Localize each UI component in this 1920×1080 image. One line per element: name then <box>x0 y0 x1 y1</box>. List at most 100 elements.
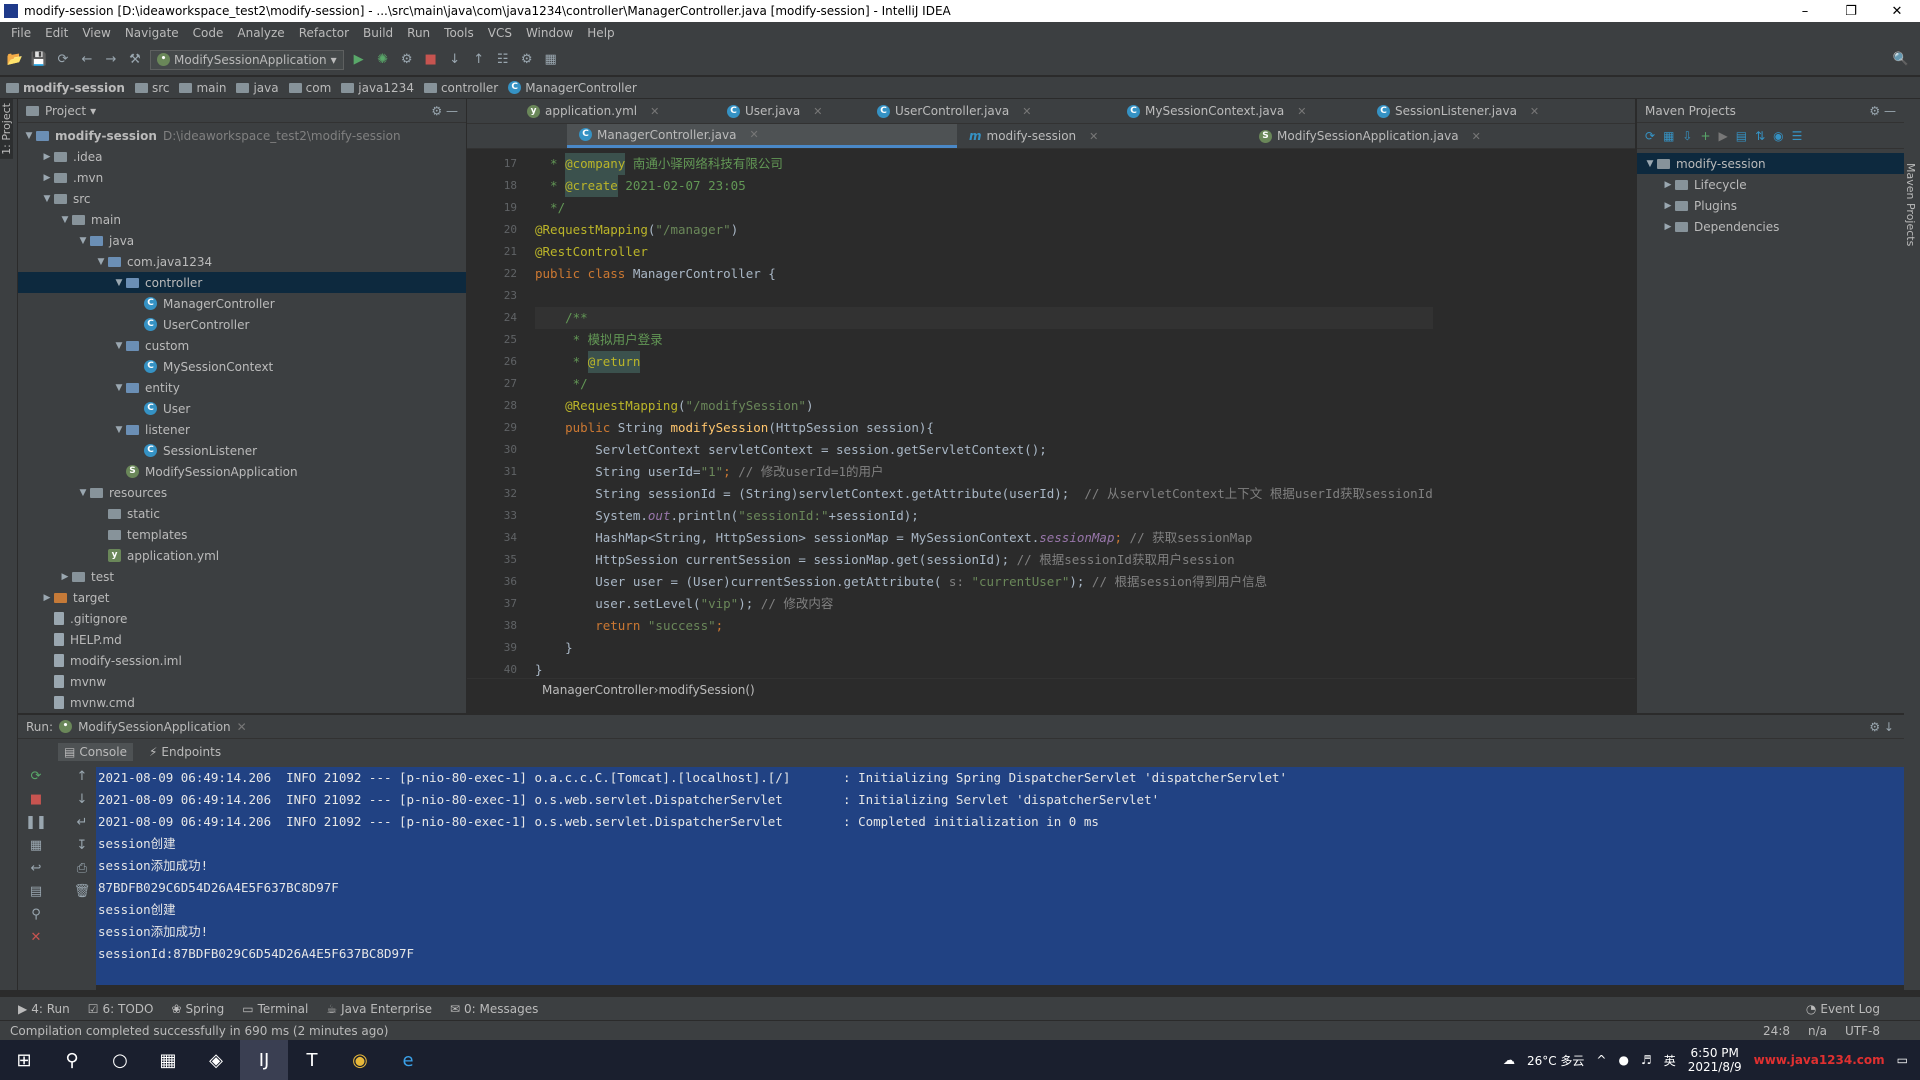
close-run-icon[interactable]: ✕ <box>31 930 42 945</box>
code-line[interactable]: /** <box>535 307 1433 329</box>
generate-sources-icon[interactable]: ▦ <box>1663 129 1674 143</box>
restore-button[interactable]: ❐ <box>1828 4 1874 19</box>
app-icon[interactable]: ◈ <box>192 1040 240 1080</box>
microphone-icon[interactable]: ● <box>1618 1053 1628 1067</box>
breadcrumb-item[interactable]: C ManagerController <box>508 81 637 95</box>
code-line[interactable]: * 模拟用户登录 <box>535 329 1433 351</box>
skip-tests-icon[interactable]: ⇅ <box>1755 129 1765 143</box>
expand-closed-icon[interactable]: ▶ <box>58 572 72 582</box>
code-text[interactable]: * @company 南通小驿网络科技有限公司 * @create 2021-0… <box>535 153 1433 678</box>
weather-text[interactable]: 26°C 多云 <box>1527 1052 1584 1069</box>
search-icon[interactable]: ⚲ <box>48 1040 96 1080</box>
tree-node[interactable]: ▼ modify-session D:\ideaworkspace_test2\mo… <box>18 125 466 146</box>
code-line[interactable]: public class ManagerController { <box>535 263 1433 285</box>
menu-item[interactable]: Run <box>400 26 437 40</box>
ime-indicator[interactable]: 英 <box>1664 1052 1676 1069</box>
menu-item[interactable]: Window <box>519 26 580 40</box>
expand-closed-icon[interactable]: ▶ <box>1661 222 1675 232</box>
code-line[interactable]: } <box>535 637 1433 659</box>
run-icon[interactable]: ▶ <box>350 51 368 69</box>
close-tab-icon[interactable]: ✕ <box>1530 105 1539 118</box>
close-tab-icon[interactable]: ✕ <box>813 105 822 118</box>
back-icon[interactable]: ← <box>78 51 96 69</box>
menu-item[interactable]: File <box>4 26 38 40</box>
soft-wrap-icon[interactable]: ↵ <box>77 815 88 830</box>
code-line[interactable]: * @create 2021-02-07 23:05 <box>535 175 1433 197</box>
dump-threads-icon[interactable]: ▦ <box>30 838 42 853</box>
tree-node[interactable]: HELP.md <box>18 629 466 650</box>
code-line[interactable]: @RequestMapping("/manager") <box>535 219 1433 241</box>
editor-tab[interactable]: m modify-session ✕ <box>957 124 1247 148</box>
tree-node[interactable]: C UserController <box>18 314 466 335</box>
tree-node[interactable]: C User <box>18 398 466 419</box>
line-separator[interactable]: n/a <box>1808 1024 1827 1038</box>
code-line[interactable]: @RestController <box>535 241 1433 263</box>
clock[interactable]: 6:50 PM 2021/8/9 <box>1688 1046 1742 1074</box>
close-tab-icon[interactable]: ✕ <box>1297 105 1306 118</box>
code-line[interactable]: * @company 南通小驿网络科技有限公司 <box>535 153 1433 175</box>
caret-position[interactable]: 24:8 <box>1763 1024 1790 1038</box>
tool-button[interactable]: ☕ Java Enterprise <box>326 1002 432 1016</box>
open-icon[interactable]: 📂 <box>6 51 24 69</box>
expand-open-icon[interactable]: ▼ <box>58 215 72 225</box>
menu-item[interactable]: Tools <box>437 26 481 40</box>
intellij-taskbar-icon[interactable]: IJ <box>240 1040 288 1080</box>
typora-icon[interactable]: T <box>288 1040 336 1080</box>
maven-node[interactable]: ▶ Dependencies <box>1637 216 1904 237</box>
tree-node[interactable]: ▼ entity <box>18 377 466 398</box>
breadcrumb-item[interactable]: modify-session <box>6 81 125 95</box>
close-icon[interactable]: ✕ <box>237 720 247 734</box>
expand-open-icon[interactable]: ▼ <box>112 383 126 393</box>
expand-open-icon[interactable]: ▼ <box>112 425 126 435</box>
tool-button[interactable]: ▶ 4: Run <box>18 1002 70 1016</box>
code-line[interactable]: @RequestMapping("/modifySession") <box>535 395 1433 417</box>
menu-item[interactable]: Analyze <box>230 26 291 40</box>
commit-icon[interactable]: ↑ <box>470 51 488 69</box>
update-icon[interactable]: ↓ <box>446 51 464 69</box>
tree-node[interactable]: S ModifySessionApplication <box>18 461 466 482</box>
rerun-icon[interactable]: ⟳ <box>31 769 42 784</box>
scroll-end-icon[interactable]: ↧ <box>77 838 88 853</box>
menu-item[interactable]: Navigate <box>118 26 186 40</box>
code-line[interactable]: } <box>535 659 1433 678</box>
close-tab-icon[interactable]: ✕ <box>1472 130 1481 143</box>
code-line[interactable]: HashMap<String, HttpSession> sessionMap … <box>535 527 1433 549</box>
code-line[interactable]: User user = (User)currentSession.getAttr… <box>535 571 1433 593</box>
tree-node[interactable]: static <box>18 503 466 524</box>
add-icon[interactable]: + <box>1700 129 1710 143</box>
close-tab-icon[interactable]: ✕ <box>650 105 659 118</box>
maven-node[interactable]: ▶ Plugins <box>1637 195 1904 216</box>
editor-tab[interactable]: C UserController.java ✕ <box>865 99 1115 123</box>
debug-icon[interactable]: ✺ <box>374 51 392 69</box>
menu-item[interactable]: VCS <box>481 26 519 40</box>
tree-node[interactable]: C SessionListener <box>18 440 466 461</box>
code-line[interactable]: * @return <box>535 351 1433 373</box>
editor-breadcrumb-item[interactable]: modifySession() <box>658 683 754 697</box>
editor-tab[interactable]: C MySessionContext.java ✕ <box>1115 99 1365 123</box>
print-icon[interactable]: ⎙ <box>77 861 87 876</box>
windows-start-icon[interactable]: ⊞ <box>0 1040 48 1080</box>
tree-node[interactable]: ▼ src <box>18 188 466 209</box>
expand-open-icon[interactable]: ▼ <box>1643 159 1657 169</box>
editor-breadcrumb-item[interactable]: ManagerController <box>542 683 654 697</box>
run-config-select[interactable]: • ModifySessionApplication ▾ <box>150 49 344 70</box>
console-output[interactable]: 2021-08-09 06:49:14.206 INFO 21092 --- [… <box>96 767 1904 990</box>
close-tab-icon[interactable]: ✕ <box>749 128 758 141</box>
run-maven-icon[interactable]: ▶ <box>1719 129 1728 143</box>
chevron-down-icon[interactable]: ▾ <box>90 104 96 118</box>
close-tab-icon[interactable]: ✕ <box>1022 105 1031 118</box>
breadcrumb-item[interactable]: main <box>179 81 226 95</box>
forward-icon[interactable]: → <box>102 51 120 69</box>
up-icon[interactable]: ↑ <box>77 769 88 784</box>
stop-icon[interactable]: ■ <box>422 51 440 69</box>
code-line[interactable]: HttpSession currentSession = sessionMap.… <box>535 549 1433 571</box>
menu-item[interactable]: Help <box>580 26 621 40</box>
editor-tab[interactable]: S ModifySessionApplication.java ✕ <box>1247 124 1577 148</box>
save-all-icon[interactable]: 💾 <box>30 51 48 69</box>
project-panel-title[interactable]: Project <box>45 104 86 118</box>
expand-open-icon[interactable]: ▼ <box>76 236 90 246</box>
code-line[interactable]: String userId= "1"; // 修改userId=1的用户 <box>535 461 1433 483</box>
tool-button[interactable]: ☑ 6: TODO <box>88 1002 154 1016</box>
tree-node[interactable]: C MySessionContext <box>18 356 466 377</box>
editor-tab[interactable]: C ManagerController.java ✕ <box>567 124 957 148</box>
